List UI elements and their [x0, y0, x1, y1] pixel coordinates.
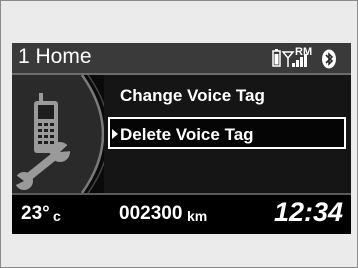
outside-temperature: 23° [21, 203, 50, 224]
phone-settings-art [12, 74, 110, 194]
odometer-unit: km [187, 208, 208, 224]
odometer-value: 002300 [119, 203, 183, 224]
status-bar: 23° c 002300 km 12:34 [12, 193, 351, 234]
header-bar: 1 Home RM [12, 43, 351, 75]
menu-item-delete-voice-tag[interactable]: Delete Voice Tag [108, 117, 346, 149]
display-screen: 1 Home RM Change Voice Tag Delete Voice … [12, 43, 351, 234]
selection-arrow-icon [112, 129, 118, 139]
bluetooth-icon [322, 49, 336, 69]
menu-item-change-voice-tag[interactable]: Change Voice Tag [108, 81, 351, 111]
screen-title: 1 Home [18, 45, 92, 68]
main-panel: Change Voice Tag Delete Voice Tag [12, 74, 351, 194]
figure-frame: 1 Home RM Change Voice Tag Delete Voice … [0, 0, 358, 268]
menu-item-label: Delete Voice Tag [120, 125, 254, 144]
status-icons: RM [272, 46, 336, 69]
battery-icon [272, 49, 281, 67]
clock-display: 12:34 [273, 197, 343, 227]
menu-item-label: Change Voice Tag [120, 86, 265, 105]
roaming-badge: RM [295, 46, 312, 58]
phone-settings-graphic [12, 74, 110, 194]
temperature-unit: c [53, 208, 61, 224]
